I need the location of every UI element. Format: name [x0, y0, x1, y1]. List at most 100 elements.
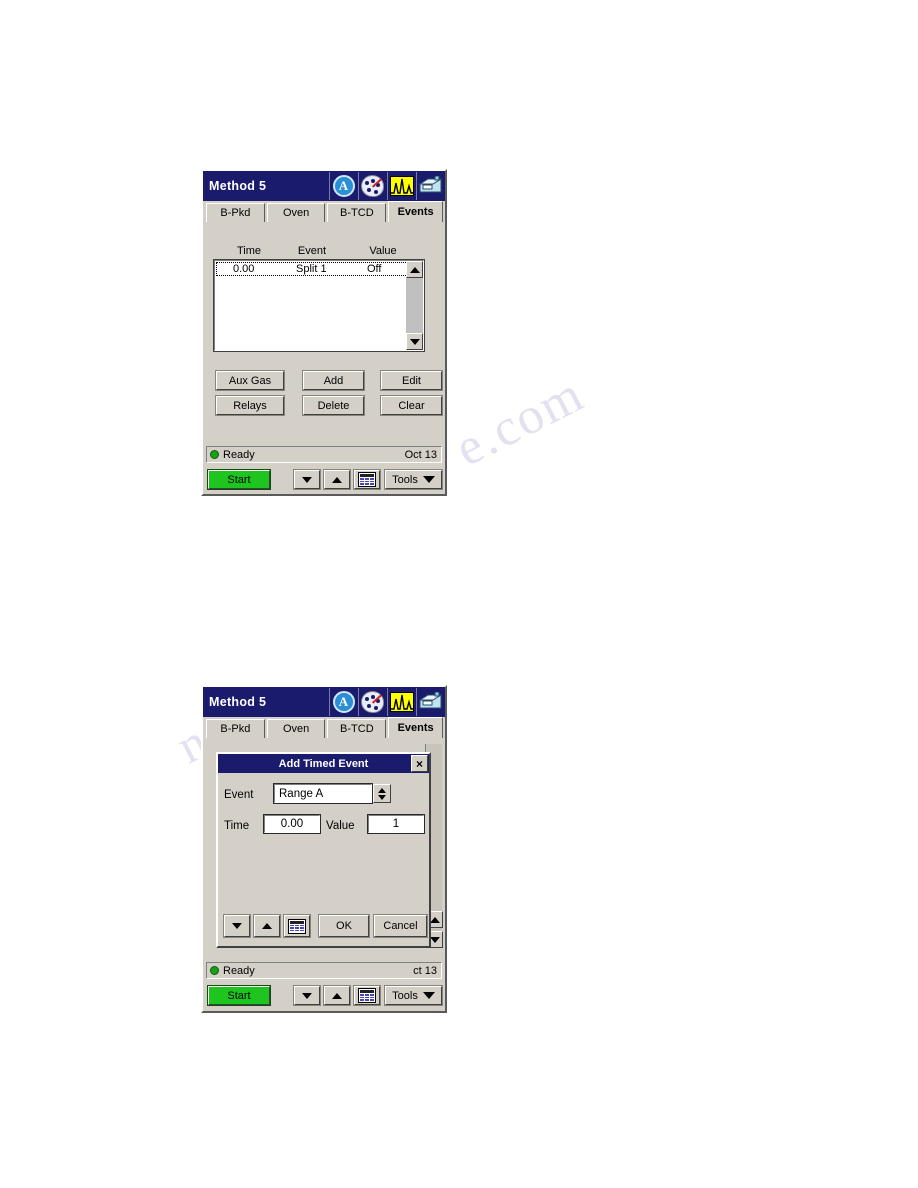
start-button[interactable]: Start — [207, 469, 271, 490]
add-button[interactable]: Add — [302, 370, 365, 391]
palette-icon[interactable] — [358, 688, 386, 716]
add-timed-event-dialog: Add Timed Event × Event Range A Time 0.0… — [216, 752, 431, 948]
status-text: Ready — [223, 964, 255, 977]
cell-time: 0.00 — [233, 263, 255, 275]
start-button[interactable]: Start — [207, 985, 271, 1006]
button-label: Start — [227, 473, 251, 486]
tab-oven[interactable]: Oven — [266, 203, 326, 222]
button-label: Clear — [398, 399, 425, 412]
scroll-down-nav-button[interactable] — [293, 985, 321, 1006]
dialog-title: Add Timed Event — [278, 757, 369, 770]
dialog-up-button[interactable] — [253, 914, 281, 938]
value-label: Value — [326, 820, 355, 832]
button-label: Relays — [233, 399, 267, 412]
instrument-icon[interactable] — [416, 172, 444, 200]
watermark-text-1: e.com — [446, 365, 594, 478]
arrow-up-icon — [378, 787, 386, 793]
tab-b-tcd[interactable]: B-TCD — [327, 719, 387, 738]
instrument-glyph — [418, 175, 443, 197]
table-row[interactable]: 0.00 Split 1 Off — [216, 262, 422, 276]
instrument-svg — [418, 691, 443, 708]
peaks-glyph — [389, 692, 414, 712]
page-watermark: e.com nals — [0, 0, 918, 1188]
arrow-down-icon — [378, 794, 386, 800]
cancel-button[interactable]: Cancel — [373, 914, 428, 938]
keypad-icon — [288, 918, 306, 934]
scroll-down-button[interactable] — [406, 333, 423, 350]
button-label: Aux Gas — [228, 374, 272, 387]
palette-icon[interactable] — [358, 172, 386, 200]
circle-a-icon[interactable]: A — [329, 172, 357, 200]
dialog-down-button[interactable] — [223, 914, 251, 938]
value-input[interactable]: 1 — [367, 814, 425, 834]
tab-oven[interactable]: Oven — [266, 719, 326, 738]
time-input[interactable]: 0.00 — [263, 814, 321, 834]
panel-title: Method 5 — [209, 179, 267, 193]
instrument-panel-add-event: Method 5 A B-Pkd Oven B-TCD Events Add T… — [201, 685, 447, 1013]
button-label: Start — [227, 989, 251, 1002]
edit-button[interactable]: Edit — [380, 370, 443, 391]
keypad-button[interactable] — [353, 469, 381, 490]
arrow-up-icon — [332, 476, 342, 483]
scroll-up-nav-button[interactable] — [323, 469, 351, 490]
button-label: Add — [323, 374, 344, 387]
tab-b-pkd[interactable]: B-Pkd — [206, 719, 265, 738]
keypad-button[interactable] — [353, 985, 381, 1006]
button-label: Tools — [392, 473, 418, 486]
arrow-up-icon — [262, 923, 272, 929]
list-scrollbar[interactable] — [406, 261, 423, 350]
keypad-icon — [358, 988, 376, 1003]
relays-button[interactable]: Relays — [215, 395, 285, 416]
tab-events[interactable]: Events — [388, 717, 444, 738]
button-label: Tools — [392, 989, 418, 1002]
arrow-down-icon — [409, 338, 420, 345]
scroll-up-button[interactable] — [406, 261, 423, 278]
tools-button[interactable]: Tools — [384, 985, 443, 1006]
close-glyph: × — [415, 756, 423, 771]
circle-a-glyph: A — [332, 691, 355, 713]
time-value: 0.00 — [280, 818, 304, 830]
chromatogram-peaks-icon[interactable] — [387, 172, 415, 200]
tools-button[interactable]: Tools — [384, 469, 443, 490]
status-text: Ready — [223, 448, 255, 461]
timed-events-list[interactable]: 0.00 Split 1 Off — [213, 259, 425, 352]
dialog-titlebar: Add Timed Event — [218, 754, 429, 773]
clear-button[interactable]: Clear — [380, 395, 443, 416]
close-icon[interactable]: × — [411, 755, 428, 772]
tab-label: B-TCD — [340, 723, 374, 735]
chromatogram-peaks-icon[interactable] — [387, 688, 415, 716]
status-date: ct 13 — [413, 964, 437, 977]
value-value: 1 — [392, 818, 400, 830]
arrow-up-icon — [332, 992, 342, 999]
scroll-down-nav-button[interactable] — [293, 469, 321, 490]
tab-label: Oven — [282, 207, 310, 219]
button-label: Cancel — [383, 920, 418, 932]
tab-label: B-Pkd — [220, 723, 251, 735]
tab-b-pkd[interactable]: B-Pkd — [206, 203, 265, 222]
ok-button[interactable]: OK — [318, 914, 370, 938]
arrow-up-icon — [429, 916, 440, 923]
event-select[interactable]: Range A — [273, 783, 373, 804]
status-led-icon — [210, 966, 219, 975]
instrument-icon[interactable] — [416, 688, 444, 716]
column-header-time: Time — [236, 245, 262, 257]
event-spinner[interactable] — [373, 784, 391, 803]
palette-glyph — [361, 691, 384, 713]
tab-label: Oven — [282, 723, 310, 735]
event-label: Event — [224, 789, 254, 801]
scroll-up-nav-button[interactable] — [323, 985, 351, 1006]
circle-a-icon[interactable]: A — [329, 688, 357, 716]
circle-a-glyph: A — [332, 175, 355, 197]
tab-strip: B-Pkd Oven B-TCD Events — [203, 201, 445, 222]
tab-b-tcd[interactable]: B-TCD — [327, 203, 387, 222]
aux-gas-button[interactable]: Aux Gas — [215, 370, 285, 391]
status-led-icon — [210, 450, 219, 459]
peaks-svg — [390, 178, 413, 194]
arrow-down-icon — [302, 992, 312, 999]
arrow-up-icon — [409, 266, 420, 273]
dialog-keypad-button[interactable] — [283, 914, 311, 938]
button-label: Edit — [402, 374, 421, 387]
tab-events[interactable]: Events — [388, 201, 444, 222]
delete-button[interactable]: Delete — [302, 395, 365, 416]
panel-titlebar: Method 5 A — [203, 687, 445, 717]
